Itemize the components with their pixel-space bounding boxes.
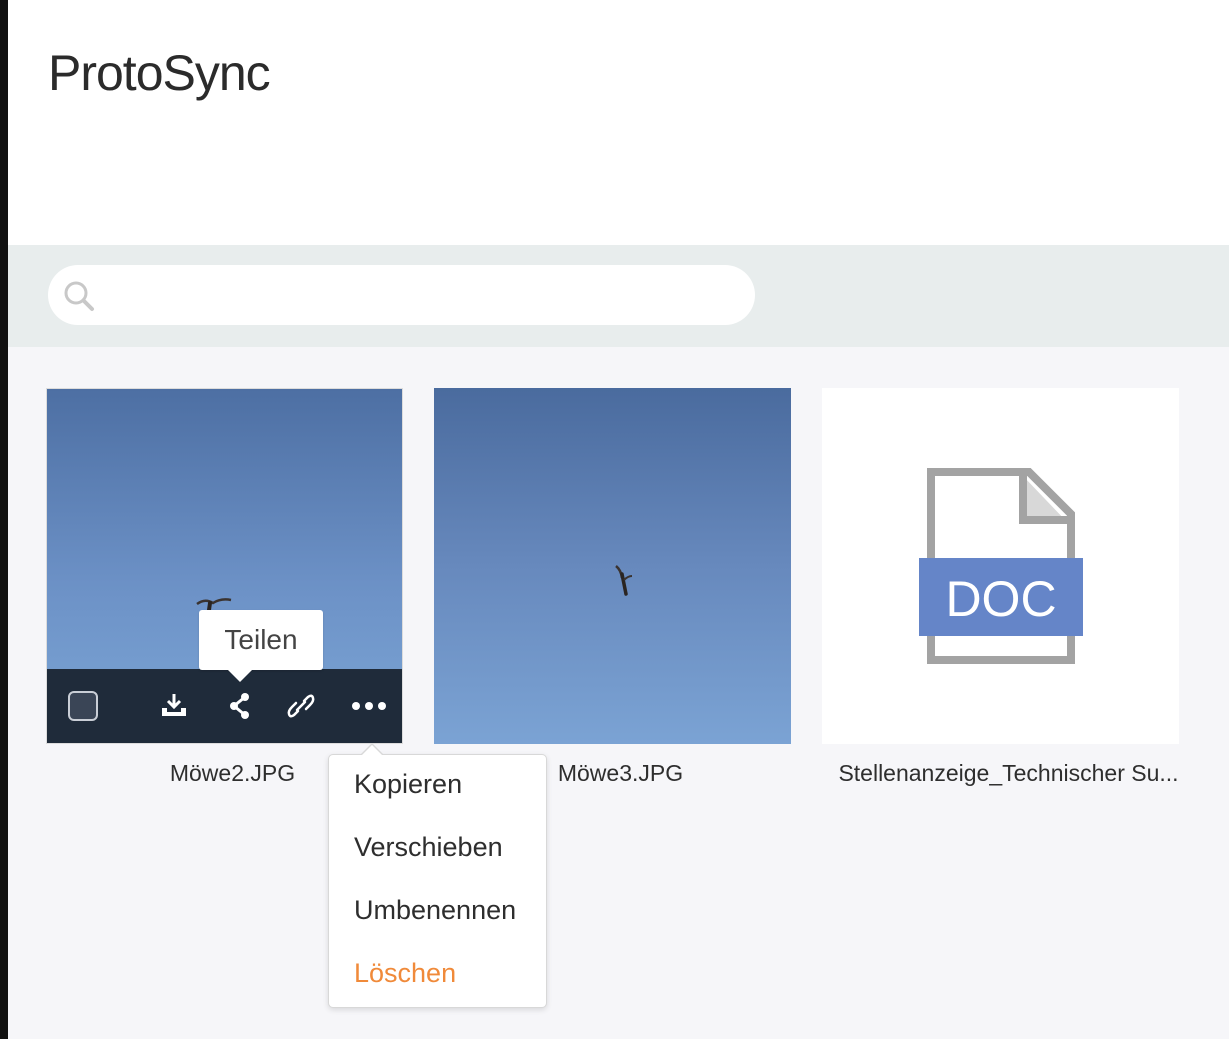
menu-item-rename[interactable]: Umbenennen — [354, 895, 516, 926]
search-input[interactable] — [108, 265, 742, 327]
file-tile[interactable] — [434, 388, 791, 744]
share-tooltip: Teilen — [199, 610, 323, 682]
menu-item-delete[interactable]: Löschen — [354, 958, 456, 989]
search-bar — [8, 245, 1229, 347]
menu-item-copy[interactable]: Kopieren — [354, 769, 462, 800]
menu-item-move[interactable]: Verschieben — [354, 832, 503, 863]
app-title: ProtoSync — [48, 45, 271, 101]
download-icon[interactable] — [159, 691, 189, 721]
select-checkbox[interactable] — [68, 691, 98, 721]
share-icon[interactable] — [225, 691, 255, 721]
link-icon[interactable] — [286, 691, 316, 721]
file-name[interactable]: Stellenanzeige_Technischer Su... — [830, 760, 1187, 787]
more-actions-menu: Kopieren Verschieben Umbenennen Löschen — [328, 743, 547, 1008]
more-icon[interactable] — [349, 691, 389, 721]
file-grid: DOC Möwe2.JPG Möwe3.JPG Stellenanzeige_T… — [8, 347, 1229, 1039]
search-box[interactable] — [48, 265, 755, 327]
file-tile[interactable] — [46, 388, 403, 744]
search-icon — [64, 281, 94, 311]
window-edge — [0, 0, 8, 1039]
file-action-bar — [47, 669, 402, 743]
bird-image — [615, 565, 633, 596]
app-header: ProtoSync — [8, 0, 1229, 245]
doc-file-icon: DOC — [919, 468, 1083, 664]
doc-badge: DOC — [945, 571, 1056, 627]
file-tile[interactable]: DOC — [822, 388, 1179, 744]
